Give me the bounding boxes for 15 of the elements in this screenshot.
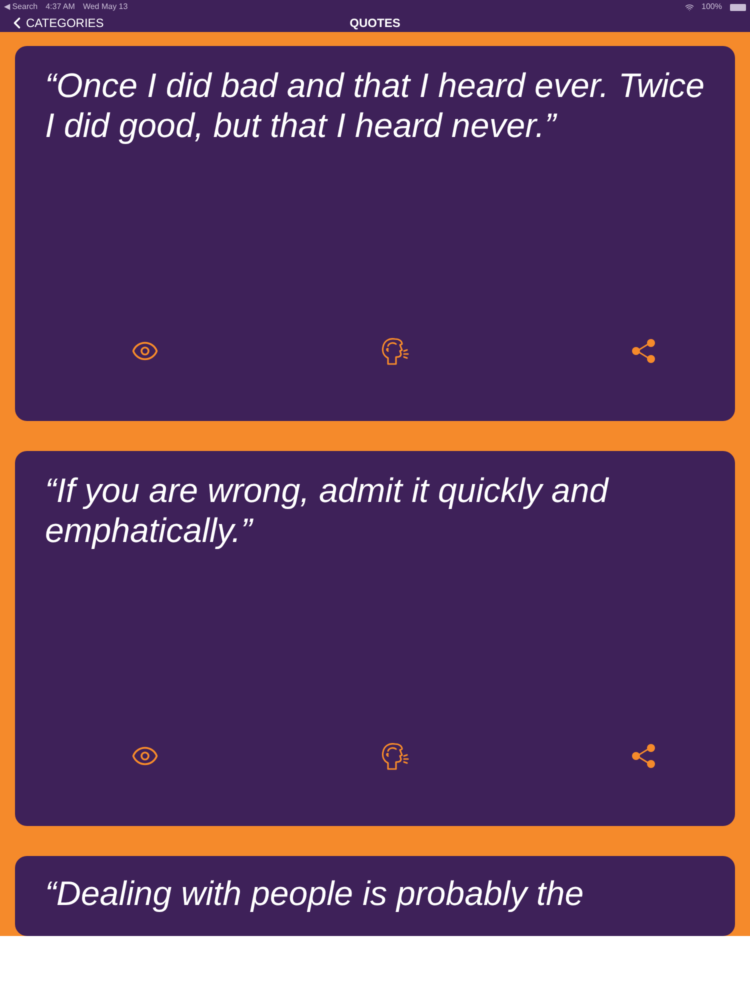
quote-text: “Once I did bad and that I heard ever. Twice I did good, but that I heard never.” <box>45 66 705 146</box>
status-back-link[interactable]: ◀ Search <box>4 1 38 13</box>
share-icon[interactable] <box>631 338 657 364</box>
wifi-icon <box>684 2 694 12</box>
quote-text: “If you are wrong, admit it quickly and emphatically.” <box>45 471 610 551</box>
status-time: 4:37 AM <box>46 1 75 13</box>
nav-title: QUOTES <box>350 15 400 32</box>
status-date: Wed May 13 <box>82 1 128 13</box>
speaking-head-icon[interactable] <box>380 741 410 771</box>
speaking-head-icon[interactable] <box>380 336 410 366</box>
quote-text: “Dealing with people is probably the <box>45 874 585 914</box>
share-icon[interactable] <box>631 743 657 769</box>
battery-icon <box>730 4 746 10</box>
back-button[interactable]: CATEGORIES <box>8 14 104 32</box>
battery-percent: 100% <box>702 1 722 13</box>
